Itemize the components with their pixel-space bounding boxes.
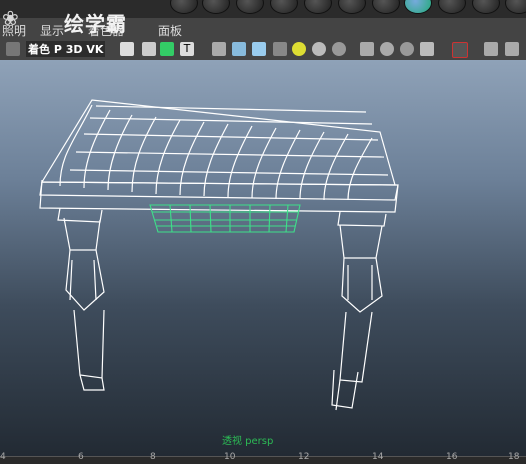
shelf-sphere-icon[interactable]: [202, 0, 230, 14]
shelf-sphere-icon[interactable]: [338, 0, 366, 14]
shelf-sphere-icon[interactable]: [270, 0, 298, 14]
watermark-logo-icon: ❀: [2, 6, 19, 30]
time-tick: 8: [150, 452, 156, 462]
time-tick: 12: [298, 452, 310, 462]
time-tick: 6: [78, 452, 84, 462]
shelf-sphere-icon[interactable]: [170, 0, 198, 14]
xray-joints-icon[interactable]: [400, 42, 414, 56]
watermark-brand: 绘学霸: [64, 12, 127, 36]
time-tick: 14: [372, 452, 384, 462]
cube-shaded-icon[interactable]: [232, 42, 246, 56]
shading-overlay: 着色 P 3D VK: [26, 41, 106, 57]
menu-panels[interactable]: 面板: [158, 22, 182, 39]
grid-icon[interactable]: [142, 42, 156, 56]
perspective-viewport[interactable]: [0, 60, 526, 457]
time-tick: 16: [446, 452, 458, 462]
shelf-sphere-icon[interactable]: [304, 0, 332, 14]
shelf-sphere-icon[interactable]: [236, 0, 264, 14]
sphere-icon[interactable]: [312, 42, 326, 56]
wireframe-icon[interactable]: [120, 42, 134, 56]
xray-icon[interactable]: [380, 42, 394, 56]
checker-icon[interactable]: [273, 42, 287, 56]
cube-wire-icon[interactable]: [212, 42, 226, 56]
time-tick: 4: [0, 452, 6, 462]
camera-label: 透视 persp: [222, 436, 274, 447]
panel-single-icon[interactable]: [505, 42, 519, 56]
text-icon[interactable]: T: [180, 42, 194, 56]
pavilion-wireframe-model: [39, 99, 399, 411]
time-tick: 10: [224, 452, 236, 462]
snapshot-icon[interactable]: [452, 42, 468, 58]
cube-textured-icon[interactable]: [252, 42, 266, 56]
shelf-sphere-icon[interactable]: [372, 0, 400, 14]
panel-layout-icon[interactable]: [484, 42, 498, 56]
time-tick: 18: [508, 452, 520, 462]
select-camera-icon[interactable]: [6, 42, 20, 56]
xray-comp-icon[interactable]: [420, 42, 434, 56]
sphere-dark-icon[interactable]: [332, 42, 346, 56]
smooth-icon[interactable]: [160, 42, 174, 56]
shelf-sphere-icon[interactable]: [472, 0, 500, 14]
shelf-sphere-icon[interactable]: [505, 0, 526, 14]
isolate-icon[interactable]: [360, 42, 374, 56]
menu-show[interactable]: 显示: [40, 22, 64, 39]
light-icon[interactable]: [292, 42, 306, 56]
shelf-color-sphere-icon[interactable]: [404, 0, 432, 14]
shelf-sphere-icon[interactable]: [438, 0, 466, 14]
